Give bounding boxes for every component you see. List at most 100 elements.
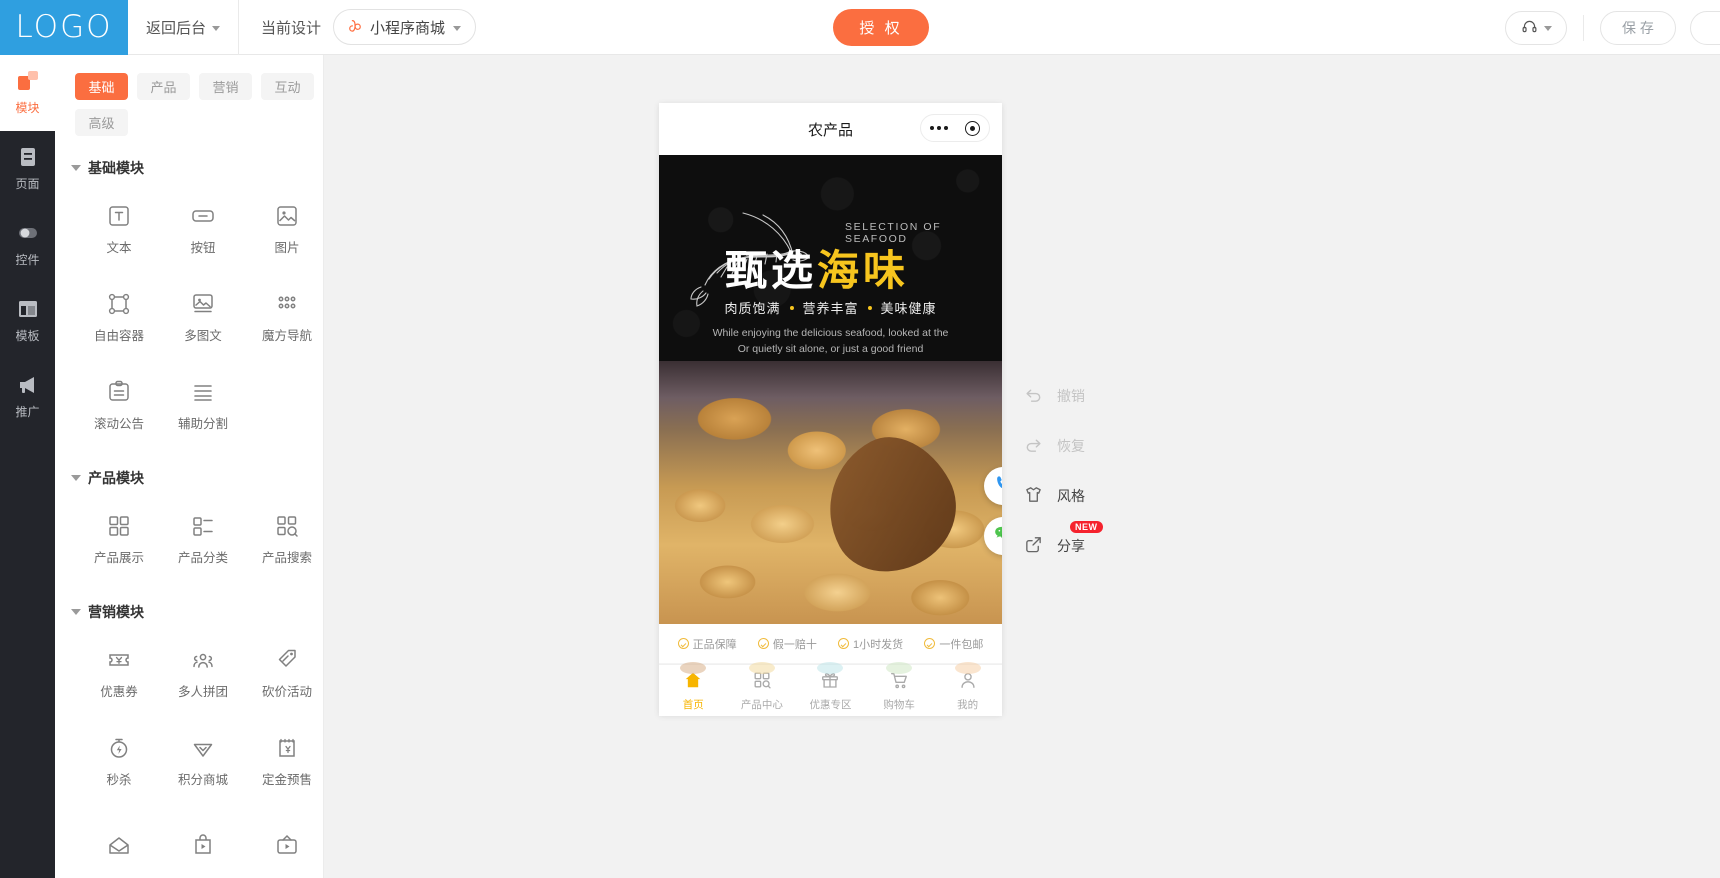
sidebar-item-promotion[interactable]: 推广 — [0, 359, 55, 435]
banner-sub-item: 营养丰富 — [802, 301, 859, 316]
service-item: 假一赔十 — [757, 636, 817, 652]
wechat-fab[interactable] — [984, 517, 1002, 555]
tab-label: 优惠专区 — [809, 698, 852, 711]
back-to-admin-label: 返回后台 — [146, 19, 207, 37]
module-text[interactable]: 文本 — [77, 188, 161, 270]
sidebar-item-widgets[interactable]: 控件 — [0, 207, 55, 283]
tab-promotions[interactable]: 优惠专区 — [796, 661, 865, 712]
header-divider — [238, 0, 240, 55]
module-tabs: 基础 产品 营销 互动 高级 — [55, 55, 323, 136]
header-divider — [1583, 14, 1584, 41]
tab-product[interactable]: 产品 — [137, 73, 190, 100]
overflow-button[interactable] — [1690, 10, 1720, 45]
sidebar-item-modules[interactable]: 模块 — [0, 55, 55, 131]
sidebar-item-label: 模板 — [15, 329, 40, 343]
module-label: 产品展示 — [93, 550, 144, 565]
service-item: 正品保障 — [677, 636, 737, 652]
megaphone-icon — [17, 374, 39, 396]
page-icon — [17, 146, 39, 168]
left-rail: 模块 页面 控件 模板 推广 — [0, 55, 55, 878]
check-circle-icon — [924, 638, 936, 649]
redo-icon — [1024, 435, 1043, 457]
tab-marketing[interactable]: 营销 — [199, 73, 252, 100]
section-title: 基础模块 — [88, 160, 144, 176]
module-free-container[interactable]: 自由容器 — [77, 276, 161, 358]
module-envelope[interactable] — [77, 808, 161, 878]
module-label: 砍价活动 — [261, 684, 312, 699]
tab-basic[interactable]: 基础 — [75, 73, 128, 100]
tab-blob — [886, 661, 913, 674]
module-bag-play[interactable] — [161, 808, 245, 878]
service-item: 1小时发货 — [838, 636, 903, 652]
service-label: 1小时发货 — [853, 638, 904, 651]
tab-mine[interactable]: 我的 — [933, 661, 1002, 712]
module-label: 产品分类 — [177, 550, 228, 565]
shirt-icon — [1024, 485, 1043, 507]
module-multi-image-text[interactable]: 多图文 — [161, 276, 245, 358]
module-divider[interactable]: 辅助分割 — [161, 364, 245, 446]
sidebar-item-templates[interactable]: 模板 — [0, 283, 55, 359]
wechat-capsule[interactable] — [920, 114, 990, 142]
tool-label: 风格 — [1057, 488, 1085, 504]
tab-interactive[interactable]: 互动 — [261, 73, 314, 100]
module-image[interactable]: 图片 — [245, 188, 323, 270]
module-product-search[interactable]: 产品搜索 — [245, 498, 323, 580]
more-dots-icon[interactable] — [929, 126, 948, 130]
section-title: 营销模块 — [88, 604, 144, 620]
tool-label: 恢复 — [1057, 438, 1085, 454]
tab-label: 产品中心 — [740, 698, 783, 711]
design-selector[interactable]: 小程序商城 — [333, 9, 477, 45]
widget-toggle-icon — [17, 222, 39, 244]
service-label: 正品保障 — [692, 638, 737, 651]
sidebar-item-label: 控件 — [15, 253, 40, 267]
redo-button[interactable]: 恢复 — [1024, 435, 1085, 457]
module-panel: 基础 产品 营销 互动 高级 基础模块 文本 按钮 图片 自由容器 多图文 魔方… — [55, 55, 324, 878]
tab-blob — [748, 661, 775, 674]
support-button[interactable] — [1505, 10, 1567, 45]
share-button[interactable]: NEW 分享 — [1024, 521, 1103, 557]
chevron-down-icon — [1543, 26, 1552, 31]
module-bargain[interactable]: 砍价活动 — [245, 632, 323, 714]
floating-action-buttons — [984, 467, 1002, 555]
banner-module[interactable]: SELECTION OF SEAFOOD 甄选海味 肉质饱满 营养丰富 美味健康… — [659, 155, 1002, 624]
section-header-marketing[interactable]: 营销模块 — [71, 602, 323, 622]
section-header-product[interactable]: 产品模块 — [71, 468, 323, 488]
app-header: LOGO 返回后台 当前设计 小程序商城 授 权 保 存 — [0, 0, 1720, 55]
undo-button[interactable]: 撤销 — [1024, 385, 1085, 407]
tab-home[interactable]: 首页 — [659, 661, 728, 712]
module-tv-play[interactable] — [245, 808, 323, 878]
module-grid-product: 产品展示 产品分类 产品搜索 — [55, 492, 323, 580]
spoon-shape — [802, 417, 978, 593]
tab-product-center[interactable]: 产品中心 — [728, 661, 797, 712]
module-product-grid[interactable]: 产品展示 — [77, 498, 161, 580]
module-coupon[interactable]: 优惠券 — [77, 632, 161, 714]
module-button[interactable]: 按钮 — [161, 188, 245, 270]
target-icon[interactable] — [965, 120, 981, 136]
module-group-buy[interactable]: 多人拼团 — [161, 632, 245, 714]
tab-blob — [954, 661, 981, 674]
chevron-down-icon — [212, 25, 221, 31]
share-icon — [1024, 535, 1043, 557]
authorize-button[interactable]: 授 权 — [833, 9, 929, 46]
tab-cart[interactable]: 购物车 — [865, 661, 934, 712]
module-cube-nav[interactable]: 魔方导航 — [245, 276, 323, 358]
service-guarantee-bar[interactable]: 正品保障 假一赔十 1小时发货 一件包邮 — [659, 624, 1002, 664]
phone-call-fab[interactable] — [984, 467, 1002, 505]
back-to-admin-button[interactable]: 返回后台 — [128, 0, 238, 55]
service-label: 假一赔十 — [772, 638, 817, 651]
sidebar-item-pages[interactable]: 页面 — [0, 131, 55, 207]
module-presale[interactable]: 定金预售 — [245, 720, 323, 802]
module-label: 魔方导航 — [261, 328, 312, 343]
section-header-basic[interactable]: 基础模块 — [71, 158, 323, 178]
module-flash-sale[interactable]: 秒杀 — [77, 720, 161, 802]
phone-icon — [994, 474, 1002, 498]
section-title: 产品模块 — [88, 470, 144, 486]
module-notice-scroll[interactable]: 滚动公告 — [77, 364, 161, 446]
module-product-category[interactable]: 产品分类 — [161, 498, 245, 580]
check-circle-icon — [677, 638, 689, 649]
tab-advanced[interactable]: 高级 — [75, 109, 128, 136]
save-button[interactable]: 保 存 — [1600, 10, 1676, 45]
new-badge: NEW — [1070, 521, 1103, 533]
module-points-mall[interactable]: 积分商城 — [161, 720, 245, 802]
style-button[interactable]: 风格 — [1024, 485, 1085, 507]
